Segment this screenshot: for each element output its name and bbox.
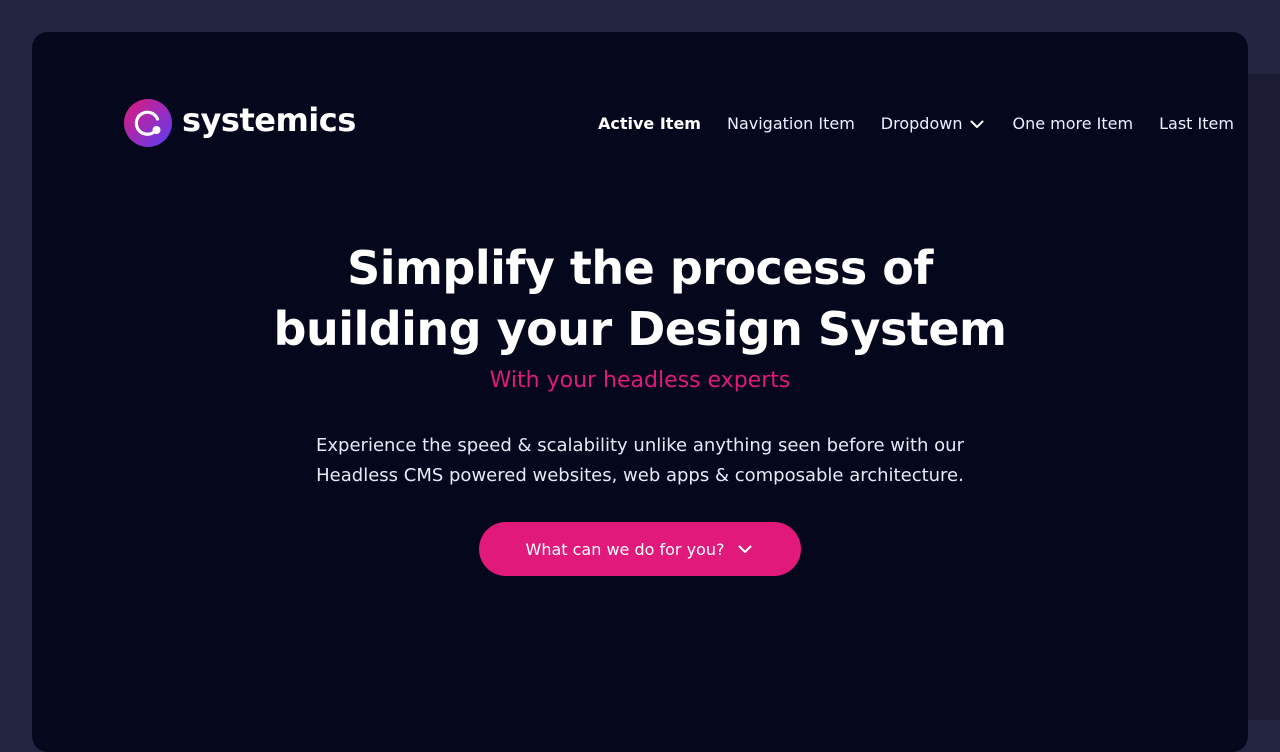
main-navigation: Active Item Navigation Item Dropdown One…: [598, 110, 1234, 138]
nav-item-navigation-item[interactable]: Navigation Item: [727, 110, 855, 138]
nav-item-active-item[interactable]: Active Item: [598, 110, 701, 138]
nav-item-one-more-item[interactable]: One more Item: [1012, 110, 1133, 138]
chevron-down-icon: [970, 120, 984, 128]
chevron-down-icon: [738, 545, 752, 553]
hero-subtitle: With your headless experts: [489, 368, 791, 393]
hero-description-line: Headless CMS powered websites, web apps …: [316, 465, 964, 486]
cta-label: What can we do for you?: [525, 539, 725, 559]
hero-description: Experience the speed & scalability unlik…: [240, 431, 1040, 491]
brand-name: systemics: [182, 101, 356, 139]
nav-item-dropdown[interactable]: Dropdown: [881, 110, 987, 138]
nav-item-last-item[interactable]: Last Item: [1159, 110, 1234, 138]
nav-item-label: One more Item: [1012, 114, 1134, 133]
hero-title-line: Simplify the process of: [347, 241, 933, 295]
nav-item-label: Dropdown: [880, 114, 963, 133]
systemics-logo-icon: [124, 99, 172, 147]
hero-title-line: building your Design System: [273, 302, 1007, 356]
nav-item-label: Active Item: [598, 114, 701, 133]
cta-button[interactable]: What can we do for you?: [479, 522, 801, 576]
hero-title: Simplify the process of building your De…: [240, 238, 1040, 360]
brand-logo-link[interactable]: systemics: [124, 98, 356, 148]
background-card-edge: [1248, 74, 1280, 720]
nav-item-label: Navigation Item: [726, 114, 855, 133]
nav-item-label: Last Item: [1159, 114, 1234, 133]
hero-description-line: Experience the speed & scalability unlik…: [316, 435, 964, 456]
